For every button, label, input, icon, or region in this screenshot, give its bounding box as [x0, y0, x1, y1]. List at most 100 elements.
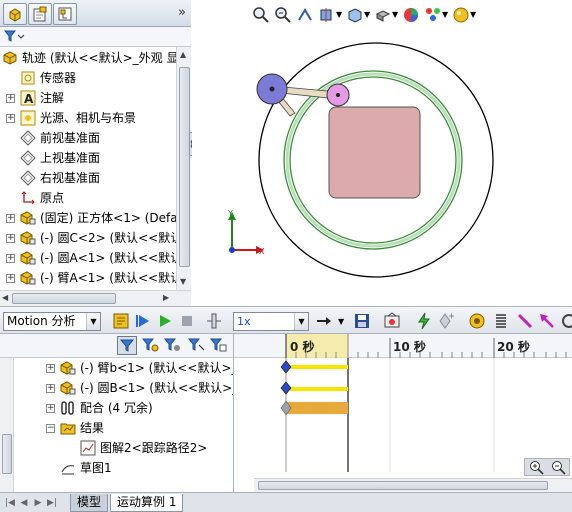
keyframe-bar-arm-b: [286, 365, 348, 369]
sensor-icon: [20, 70, 36, 86]
scroll-down-icon[interactable]: ▼: [180, 277, 186, 286]
motion-tree-label: 草图1: [80, 461, 112, 475]
chevron-down-icon[interactable]: ▼: [294, 313, 308, 330]
motion-tree-item[interactable]: 草图1: [0, 458, 233, 478]
expand-icon[interactable]: +: [6, 94, 15, 103]
motion-tree-item[interactable]: 图解2<跟踪路径2>: [0, 438, 233, 458]
annotation-icon: A: [20, 90, 36, 106]
feature-tree-item[interactable]: 传感器: [0, 68, 176, 88]
autokey-icon[interactable]: [415, 312, 433, 330]
lights-icon: [20, 110, 36, 126]
feature-tree-item[interactable]: + (-) 臂A<1> (默认<<默认: [0, 268, 176, 288]
filter-selected-icon[interactable]: [163, 337, 181, 357]
feature-tree-vertical-scrollbar[interactable]: ▲ ▼: [176, 47, 191, 290]
scroll-right-icon[interactable]: ▶: [163, 293, 169, 302]
stop-icon[interactable]: [178, 312, 196, 330]
motion-tree-label: 图解2<跟踪路径2>: [100, 441, 208, 455]
force-icon[interactable]: [538, 312, 556, 330]
feature-tree-item[interactable]: + 光源、相机与布景: [0, 108, 176, 128]
filter-results-icon[interactable]: [187, 337, 205, 357]
expand-icon[interactable]: +: [46, 404, 55, 413]
feature-tree-item[interactable]: 原点: [0, 188, 176, 208]
motion-tree-item[interactable]: + 配合 (4 冗余): [0, 398, 233, 418]
model-view[interactable]: [192, 0, 572, 306]
chevron-down-icon[interactable]: ▼: [86, 313, 100, 330]
spring-icon[interactable]: [492, 312, 510, 330]
tab-model[interactable]: 模型: [70, 494, 109, 512]
feature-tree-item[interactable]: + (-) 圆C<2> (默认<<默认: [0, 228, 176, 248]
feature-manager-tab[interactable]: [3, 3, 27, 25]
motion-tree-label: (-) 臂b<1> (默认<<默认>_: [80, 361, 238, 375]
feature-filter-bar: [0, 27, 191, 47]
add-key-icon[interactable]: [437, 312, 455, 330]
expand-icon[interactable]: +: [6, 234, 15, 243]
expand-icon[interactable]: +: [6, 214, 15, 223]
study-type-value: Motion 分析: [7, 314, 76, 328]
graphics-area[interactable]: ▼ ▼ ▼ ▼ ▼ Y X: [192, 0, 572, 306]
timeline-slider-icon[interactable]: [205, 312, 223, 330]
property-manager-tab[interactable]: [28, 3, 52, 25]
filter-animated-icon[interactable]: [117, 336, 137, 355]
scroll-left-icon[interactable]: ◀: [2, 293, 8, 302]
gravity-icon[interactable]: [560, 312, 572, 330]
expand-icon[interactable]: +: [6, 114, 15, 123]
feature-tree-label: (-) 圆A<1> (默认<<默认: [40, 251, 176, 265]
play-icon[interactable]: [156, 312, 174, 330]
keyframe-sphere-b: [280, 381, 292, 395]
tab-motion-study-1[interactable]: 运动算例 1: [110, 494, 184, 512]
scroll-thumb[interactable]: [258, 481, 548, 490]
filter-driving-icon[interactable]: [141, 337, 159, 357]
feature-tree-item[interactable]: + (固定) 正方体<1> (Defa: [0, 208, 176, 228]
dropdown-arrow-icon[interactable]: ▼: [338, 317, 344, 326]
play-from-start-icon[interactable]: [134, 312, 152, 330]
motion-manager-toolbar: Motion 分析 ▼ 1x ▼ ▼: [0, 306, 572, 334]
configuration-manager-tab[interactable]: [53, 3, 77, 25]
timeline-tracks[interactable]: [234, 358, 572, 472]
pivot-a: [269, 86, 275, 92]
scroll-thumb[interactable]: [179, 67, 190, 267]
filter-icon[interactable]: [3, 30, 26, 46]
expand-icon[interactable]: +: [46, 364, 55, 373]
collapse-panel-icon[interactable]: »: [178, 5, 186, 20]
first-tab-icon[interactable]: |◀: [4, 497, 16, 509]
study-type-select[interactable]: Motion 分析 ▼: [3, 312, 101, 331]
zoom-out-icon[interactable]: [551, 460, 567, 479]
collapse-icon[interactable]: −: [46, 424, 55, 433]
timeline-ruler[interactable]: 0 秒 10 秒 20 秒: [234, 334, 572, 358]
timeline-panel[interactable]: 0 秒 10 秒 20 秒: [233, 334, 572, 492]
component-icon: [20, 250, 36, 266]
feature-tree-item[interactable]: + (-) 圆A<1> (默认<<默认: [0, 248, 176, 268]
motion-tree-item[interactable]: + (-) 臂b<1> (默认<<默认>_: [0, 358, 238, 378]
scroll-thumb[interactable]: [2, 434, 12, 474]
playback-mode-icon[interactable]: [315, 312, 333, 330]
feature-tree-item[interactable]: 上视基准面: [0, 148, 176, 168]
motion-tree-item[interactable]: + (-) 圆B<1> (默认<<默认>_: [0, 378, 238, 398]
feature-tree-label: 光源、相机与布景: [40, 111, 137, 125]
feature-tree-item[interactable]: 右视基准面: [0, 168, 176, 188]
scroll-up-icon[interactable]: ▲: [180, 50, 186, 59]
save-animation-icon[interactable]: [353, 312, 371, 330]
animation-wizard-icon[interactable]: [383, 312, 401, 330]
calculate-icon[interactable]: [112, 312, 130, 330]
previous-tab-icon[interactable]: ◀: [18, 497, 30, 509]
last-tab-icon[interactable]: ▶|: [46, 497, 58, 509]
contact-icon[interactable]: [516, 312, 534, 330]
motion-tree-vertical-scrollbar[interactable]: [0, 358, 14, 492]
expand-icon[interactable]: +: [46, 384, 55, 393]
feature-tree-horizontal-scrollbar[interactable]: ◀ ▶: [0, 290, 191, 306]
motion-tree-label: 结果: [80, 421, 105, 435]
motion-tree-item[interactable]: − 结果: [0, 418, 233, 438]
expand-icon[interactable]: +: [6, 254, 15, 263]
feature-tree-item[interactable]: 轨迹 (默认<<默认>_外观 显: [0, 48, 176, 68]
timeline-horizontal-scrollbar[interactable]: [254, 478, 572, 492]
motor-icon[interactable]: [468, 312, 486, 330]
playback-speed-select[interactable]: 1x ▼: [233, 312, 309, 331]
zoom-in-icon[interactable]: [529, 460, 545, 479]
next-tab-icon[interactable]: ▶: [32, 497, 44, 509]
collapse-all-icon[interactable]: [209, 337, 227, 357]
timeline-zoom-controls: [524, 458, 570, 476]
feature-tree-item[interactable]: 前视基准面: [0, 128, 176, 148]
scroll-thumb[interactable]: [12, 293, 116, 304]
expand-icon[interactable]: +: [6, 274, 15, 283]
feature-tree-item[interactable]: + A 注解: [0, 88, 176, 108]
